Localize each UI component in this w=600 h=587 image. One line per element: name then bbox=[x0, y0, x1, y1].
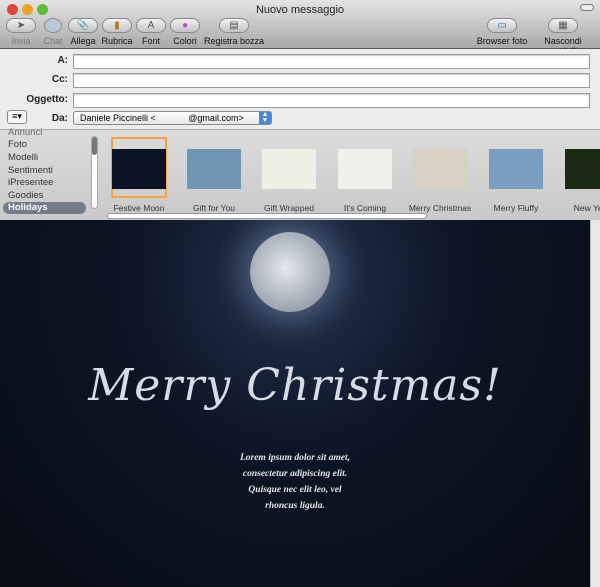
subject-label: Oggetto: bbox=[26, 94, 68, 105]
template-label: Gift for You bbox=[192, 203, 236, 213]
cc-field[interactable] bbox=[73, 73, 590, 88]
category-scrollbar[interactable] bbox=[91, 136, 98, 209]
category-item[interactable]: Foto bbox=[8, 139, 27, 150]
template-label: Festive Moon bbox=[113, 203, 165, 213]
cc-label: Cc: bbox=[51, 74, 68, 85]
save-draft-label: Registra bozza bbox=[203, 36, 265, 46]
template-scrollbar[interactable] bbox=[107, 213, 427, 219]
attach-label: Allega bbox=[70, 36, 96, 46]
colors-button[interactable]: ● Colori bbox=[170, 18, 200, 46]
template-thumbnail[interactable] bbox=[565, 149, 600, 189]
template-label: Merry Fluffy bbox=[493, 203, 539, 213]
send-icon: ➤ bbox=[6, 18, 36, 33]
subject-field[interactable] bbox=[73, 93, 590, 108]
photo-browser-label: Browser foto bbox=[476, 36, 528, 46]
paperclip-icon: 📎 bbox=[68, 18, 98, 33]
category-item[interactable]: Annunci bbox=[8, 127, 42, 138]
category-item[interactable]: Sentimenti bbox=[8, 165, 53, 176]
address-book-button[interactable]: ▮ Rubrica bbox=[101, 18, 133, 46]
template-label: Gift Wrapped bbox=[264, 203, 314, 213]
window-title: Nuovo messaggio bbox=[255, 4, 345, 16]
to-label: A: bbox=[57, 55, 68, 66]
from-label: Da: bbox=[51, 113, 68, 124]
address-book-label: Rubrica bbox=[101, 36, 133, 46]
font-icon: A bbox=[136, 18, 166, 33]
category-item-selected[interactable]: Holidays bbox=[3, 202, 86, 214]
font-button[interactable]: A Font bbox=[136, 18, 166, 46]
send-button[interactable]: ➤ Invia bbox=[6, 18, 36, 46]
template-thumbnail[interactable] bbox=[413, 149, 467, 189]
send-label: Invia bbox=[11, 36, 31, 46]
from-select[interactable]: Daniele Piccinelli < @gmail.com> ▲ ▼ bbox=[73, 111, 272, 125]
stationery-icon: ▦ bbox=[548, 18, 578, 33]
category-item[interactable]: Modelli bbox=[8, 152, 38, 163]
header-fields: A: Cc: Oggetto: ≡▾ Da: Daniele Piccinell… bbox=[0, 49, 600, 129]
category-item[interactable]: Goodies bbox=[8, 190, 43, 201]
photo-browser-button[interactable]: ▭ Browser foto bbox=[476, 18, 528, 46]
template-thumbnail[interactable] bbox=[262, 149, 316, 189]
template-thumbnail[interactable] bbox=[112, 149, 166, 189]
template-thumbnail[interactable] bbox=[338, 149, 392, 189]
category-item[interactable]: iPresentee bbox=[8, 177, 53, 188]
message-body[interactable]: Merry Christmas! Lorem ipsum dolor sit a… bbox=[0, 220, 590, 587]
message-line: rhoncus ligula. bbox=[265, 501, 325, 511]
body-scrollbar[interactable] bbox=[590, 220, 600, 587]
message-line: Quisque nec elit leo, vel bbox=[248, 485, 342, 495]
moon-image bbox=[250, 232, 330, 312]
toolbar: Nuovo messaggio ➤ Invia Chat 📎 Allega ▮ Rub… bbox=[0, 0, 600, 56]
stationery-pane: Annunci Foto Modelli Sentimenti iPresent… bbox=[0, 127, 600, 220]
save-draft-button[interactable]: ▤ Registra bozza bbox=[203, 18, 265, 46]
photo-browser-icon: ▭ bbox=[487, 18, 517, 33]
chat-button[interactable]: Chat bbox=[38, 18, 68, 46]
template-label: Merry Christmas bbox=[408, 203, 472, 213]
select-arrows-icon: ▲ ▼ bbox=[259, 111, 271, 124]
draft-icon: ▤ bbox=[219, 18, 249, 33]
template-label: It's Coming bbox=[343, 203, 387, 213]
toolbar-toggle-button[interactable] bbox=[580, 4, 594, 11]
font-label: Font bbox=[141, 36, 160, 46]
message-line: consectetur adipiscing elit. bbox=[242, 469, 348, 479]
header-options-button[interactable]: ≡▾ bbox=[7, 110, 27, 124]
template-thumbnail[interactable] bbox=[489, 149, 543, 189]
message-line: Lorem ipsum dolor sit amet, bbox=[239, 453, 351, 463]
chat-label: Chat bbox=[43, 36, 63, 46]
address-book-icon: ▮ bbox=[102, 18, 132, 33]
message-text: Lorem ipsum dolor sit amet, consectetur … bbox=[0, 450, 590, 514]
chat-icon bbox=[44, 18, 62, 33]
to-field[interactable] bbox=[73, 54, 590, 69]
message-heading: Merry Christmas! bbox=[88, 360, 502, 411]
colors-label: Colori bbox=[173, 36, 197, 46]
template-label: New Year bbox=[573, 203, 600, 213]
template-thumbnail[interactable] bbox=[187, 149, 241, 189]
from-value: Daniele Piccinelli < @gmail.com> bbox=[80, 113, 244, 123]
attach-button[interactable]: 📎 Allega bbox=[68, 18, 98, 46]
color-wheel-icon: ● bbox=[170, 18, 200, 33]
